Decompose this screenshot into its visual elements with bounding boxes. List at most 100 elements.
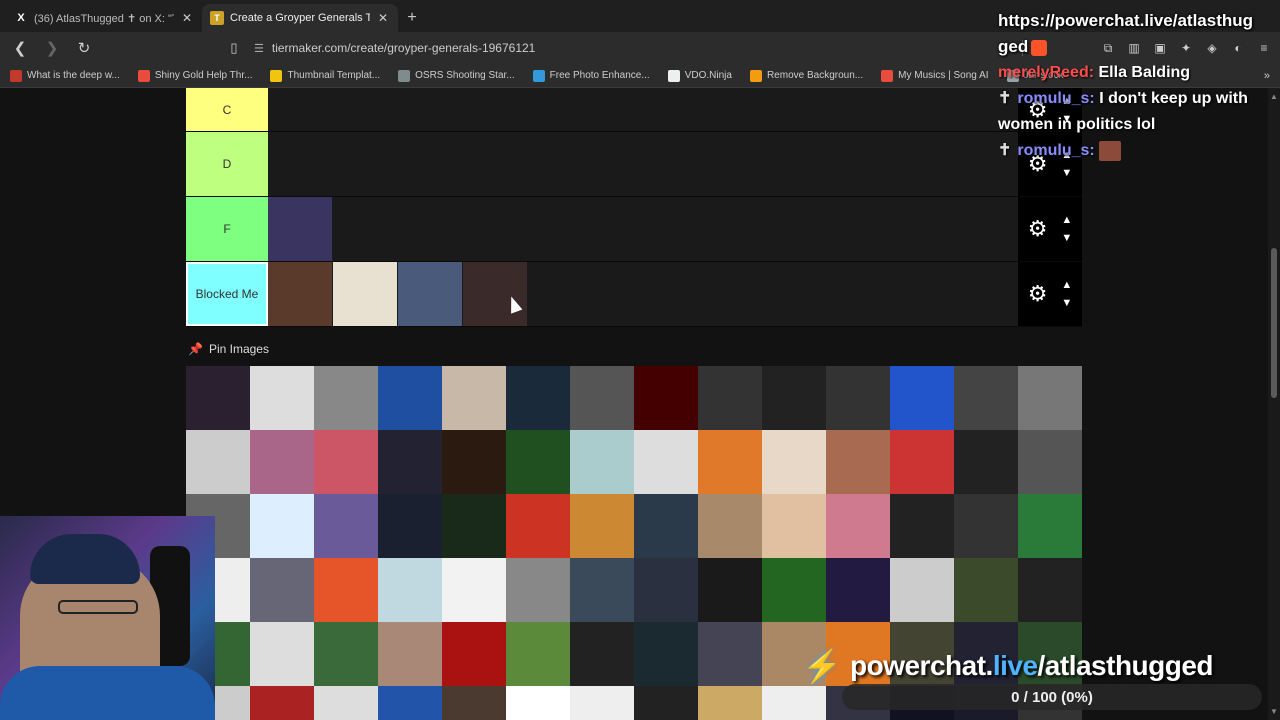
chevron-down-icon[interactable]: ▼ — [1061, 168, 1072, 179]
pool-image[interactable] — [826, 558, 890, 622]
tier-label[interactable]: Blocked Me — [186, 262, 268, 326]
scroll-down-icon[interactable]: ▼ — [1268, 707, 1280, 716]
bookmark-item[interactable]: Free Photo Enhance... — [532, 69, 650, 82]
gear-icon[interactable]: ⚙ — [1028, 216, 1048, 242]
pool-image[interactable] — [250, 622, 314, 686]
pool-image[interactable] — [378, 622, 442, 686]
pool-image[interactable] — [698, 494, 762, 558]
pool-image[interactable] — [442, 430, 506, 494]
pool-image[interactable] — [186, 366, 250, 430]
reload-button[interactable]: ↻ — [72, 36, 96, 60]
tier-image[interactable] — [268, 262, 332, 326]
pool-image[interactable] — [250, 558, 314, 622]
pool-image[interactable] — [250, 430, 314, 494]
pool-image[interactable] — [1018, 430, 1082, 494]
pool-image[interactable] — [698, 366, 762, 430]
pool-image[interactable] — [954, 430, 1018, 494]
pin-images-toggle[interactable]: 📌 Pin Images — [188, 342, 269, 356]
pool-image[interactable] — [506, 430, 570, 494]
pool-image[interactable] — [570, 494, 634, 558]
pool-image[interactable] — [954, 366, 1018, 430]
pool-image[interactable] — [442, 686, 506, 720]
pool-image[interactable] — [570, 430, 634, 494]
chevron-up-icon[interactable]: ▲ — [1061, 280, 1072, 291]
site-info-icon[interactable]: ☰ — [254, 42, 264, 55]
pool-image[interactable] — [698, 686, 762, 720]
pool-image[interactable] — [442, 366, 506, 430]
tier-items[interactable] — [268, 88, 1018, 131]
pool-image[interactable] — [890, 366, 954, 430]
pool-image[interactable] — [506, 622, 570, 686]
pool-image[interactable] — [634, 366, 698, 430]
page-scrollbar[interactable]: ▲ ▼ — [1268, 88, 1280, 720]
pool-image[interactable] — [1018, 494, 1082, 558]
pool-image[interactable] — [378, 558, 442, 622]
pool-image[interactable] — [762, 558, 826, 622]
pool-image[interactable] — [378, 430, 442, 494]
pool-image[interactable] — [570, 686, 634, 720]
pool-image[interactable] — [570, 622, 634, 686]
tier-items[interactable] — [268, 132, 1018, 196]
bookmark-item[interactable]: What is the deep w... — [10, 69, 120, 82]
tier-label[interactable]: C — [186, 88, 268, 131]
pool-image[interactable] — [186, 430, 250, 494]
pool-image[interactable] — [954, 494, 1018, 558]
pool-image[interactable] — [570, 558, 634, 622]
tier-image[interactable] — [268, 197, 332, 261]
tab-x[interactable]: X (36) AtlasThugged ✝ on X: "The tier ✕ — [6, 4, 202, 32]
pool-image[interactable] — [506, 686, 570, 720]
pool-image[interactable] — [826, 494, 890, 558]
pool-image[interactable] — [954, 558, 1018, 622]
pool-image[interactable] — [250, 494, 314, 558]
pool-image[interactable] — [570, 366, 634, 430]
pool-image[interactable] — [634, 686, 698, 720]
pool-image[interactable] — [698, 430, 762, 494]
tier-image[interactable] — [398, 262, 462, 326]
pool-image[interactable] — [314, 366, 378, 430]
tier-items[interactable] — [268, 197, 1018, 261]
pool-image[interactable] — [762, 366, 826, 430]
tab-tiermaker[interactable]: T Create a Groyper Generals Tier L ✕ — [202, 4, 398, 32]
pool-image[interactable] — [762, 430, 826, 494]
pool-image[interactable] — [634, 494, 698, 558]
pool-image[interactable] — [314, 622, 378, 686]
pool-image[interactable] — [634, 558, 698, 622]
close-icon[interactable]: ✕ — [180, 11, 194, 25]
pool-image[interactable] — [314, 494, 378, 558]
pool-image[interactable] — [762, 686, 826, 720]
forward-button[interactable]: ❯ — [40, 36, 64, 60]
bookmark-item[interactable]: My Musics | Song AI — [881, 69, 989, 82]
close-icon[interactable]: ✕ — [376, 11, 390, 25]
pool-image[interactable] — [378, 494, 442, 558]
pool-image[interactable] — [378, 686, 442, 720]
chevron-up-icon[interactable]: ▲ — [1061, 215, 1072, 226]
pool-image[interactable] — [890, 430, 954, 494]
pool-image[interactable] — [890, 558, 954, 622]
pool-image[interactable] — [698, 558, 762, 622]
pool-image[interactable] — [1018, 558, 1082, 622]
pool-image[interactable] — [762, 494, 826, 558]
pool-image[interactable] — [506, 494, 570, 558]
bookmark-item[interactable]: Shiny Gold Help Thr... — [137, 69, 252, 82]
bookmark-item[interactable]: Remove Backgroun... — [749, 69, 863, 82]
bookmark-icon[interactable]: ▯ — [222, 36, 246, 60]
tier-label[interactable]: F — [186, 197, 268, 261]
pool-image[interactable] — [442, 494, 506, 558]
pool-image[interactable] — [1018, 366, 1082, 430]
pool-image[interactable] — [698, 622, 762, 686]
pool-image[interactable] — [314, 686, 378, 720]
tier-items[interactable] — [268, 262, 1018, 326]
pool-image[interactable] — [634, 622, 698, 686]
address-bar[interactable]: ☰ tiermaker.com/create/groyper-generals-… — [254, 35, 1014, 61]
pool-image[interactable] — [378, 366, 442, 430]
new-tab-button[interactable]: + — [398, 4, 426, 32]
pool-image[interactable] — [250, 686, 314, 720]
pool-image[interactable] — [634, 430, 698, 494]
bookmark-item[interactable]: OSRS Shooting Star... — [398, 69, 515, 82]
chevron-down-icon[interactable]: ▼ — [1061, 298, 1072, 309]
tier-image[interactable] — [463, 262, 527, 326]
pool-image[interactable] — [826, 430, 890, 494]
gear-icon[interactable]: ⚙ — [1028, 281, 1048, 307]
scrollbar-thumb[interactable] — [1271, 248, 1277, 398]
bookmark-item[interactable]: Thumbnail Templat... — [270, 69, 380, 82]
